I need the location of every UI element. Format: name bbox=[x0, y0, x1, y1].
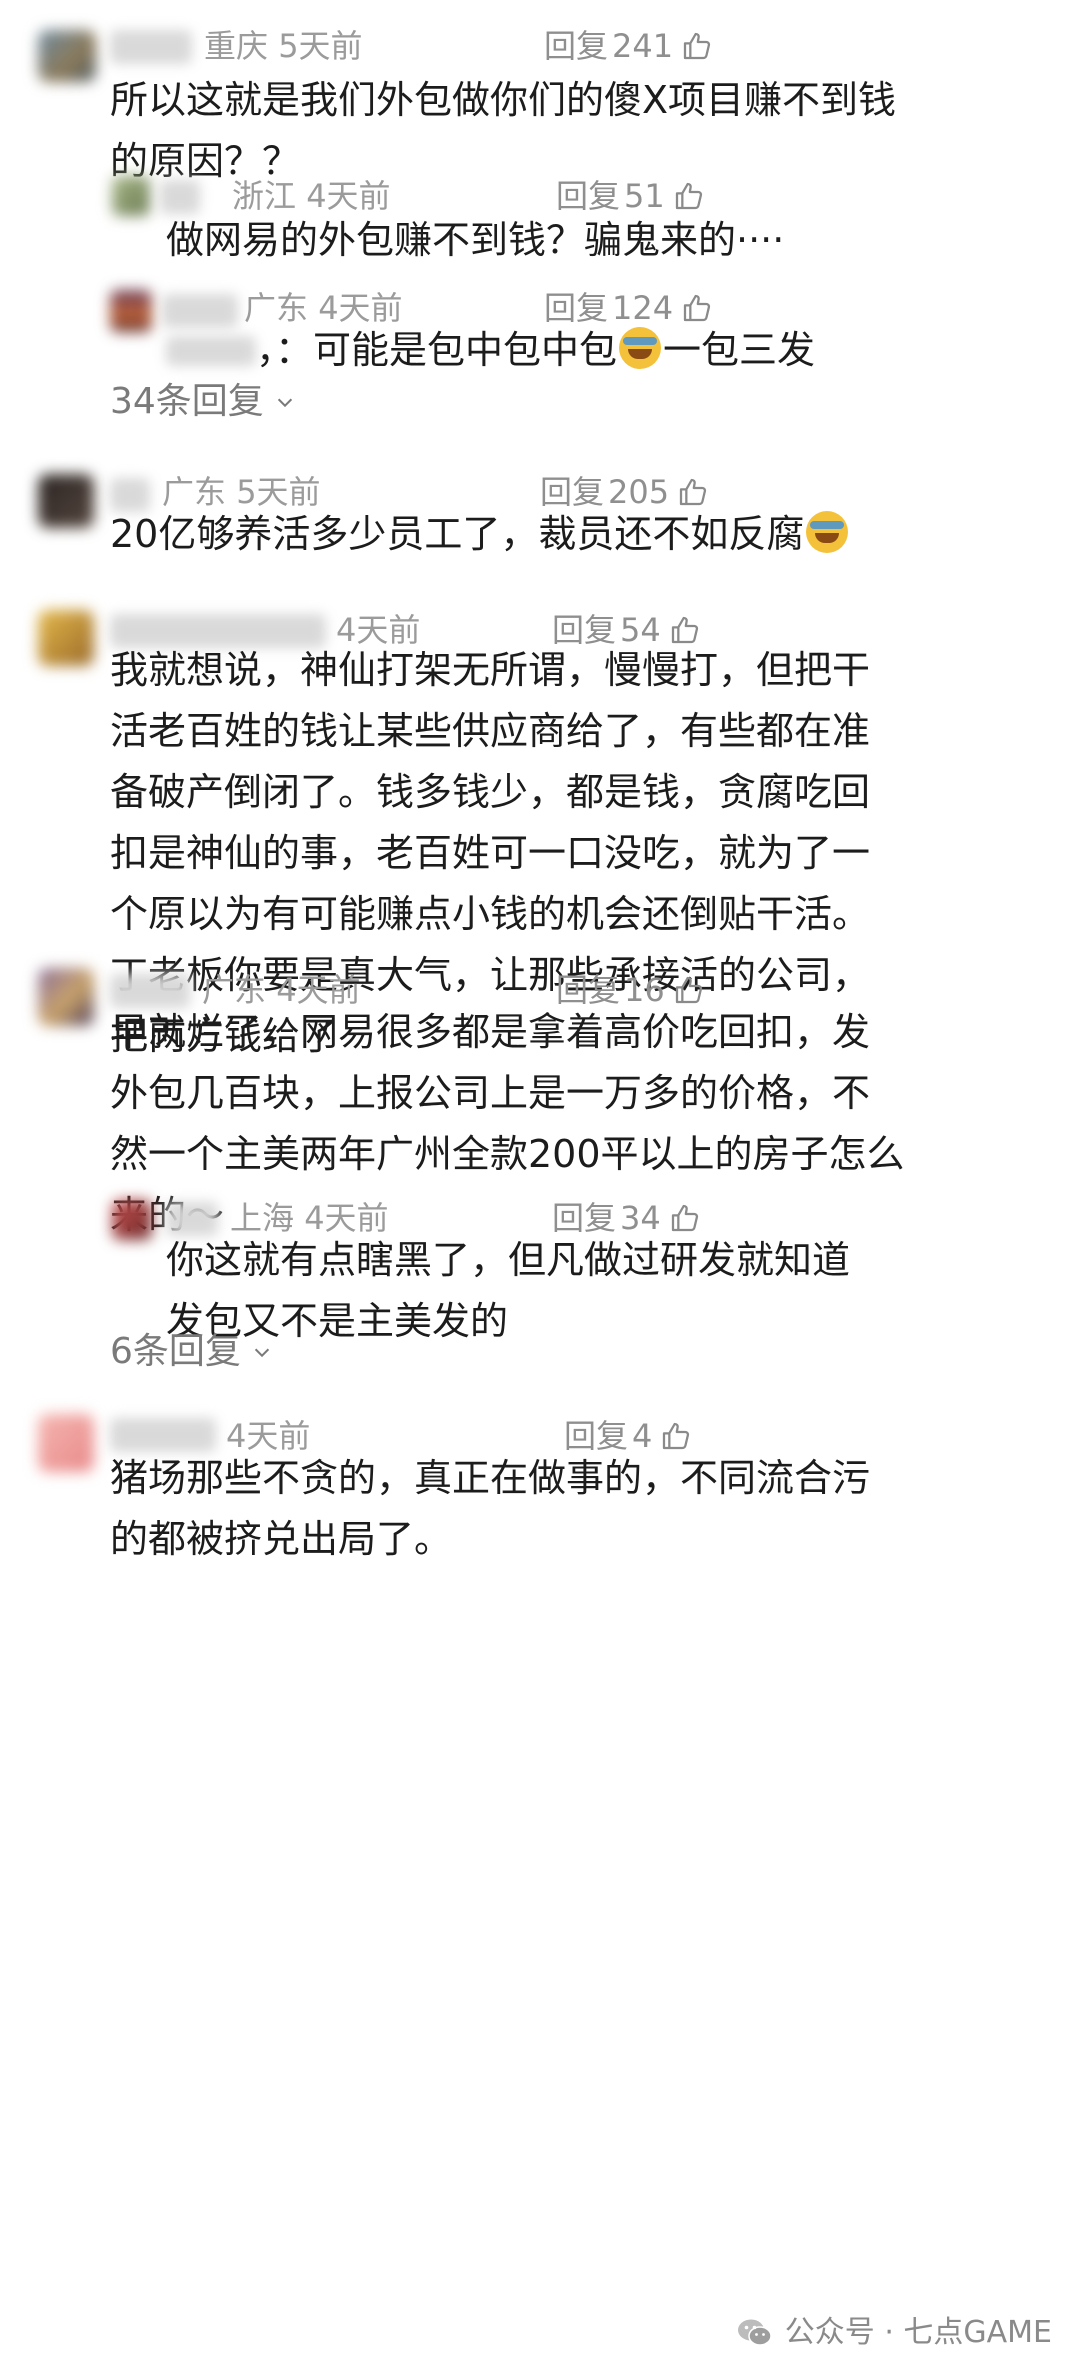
more-replies-label: 6条回复 bbox=[110, 1331, 241, 1372]
thumbs-up-icon bbox=[681, 30, 713, 62]
timestamp: 5天前 bbox=[278, 27, 363, 65]
username-redacted[interactable] bbox=[160, 180, 200, 214]
avatar[interactable] bbox=[38, 968, 94, 1026]
like-count: 241 bbox=[612, 27, 674, 65]
crying-laughing-emoji-icon bbox=[619, 327, 662, 369]
comment-body: 猪场那些不贪的，真正在做事的，不同流合污 的都被挤兑出局了。 bbox=[110, 1456, 871, 1561]
chevron-down-icon bbox=[274, 380, 296, 424]
avatar[interactable] bbox=[112, 1200, 152, 1240]
mention-redacted[interactable] bbox=[166, 336, 256, 366]
avatar[interactable] bbox=[38, 474, 94, 528]
comment-body: 所以这就是我们外包做你们的傻X项目赚不到钱 的原因？？ bbox=[110, 78, 897, 183]
reply-button[interactable]: 回复 bbox=[544, 26, 608, 66]
avatar[interactable] bbox=[38, 30, 96, 82]
expand-replies-button[interactable]: 34条回复 bbox=[110, 380, 296, 424]
reply-body-text: 一包三发 bbox=[663, 328, 816, 372]
expand-replies-button[interactable]: 6条回复 bbox=[110, 1330, 273, 1374]
reply-body-text: ，：可能是包中包中包 bbox=[256, 328, 618, 372]
location: 重庆 bbox=[204, 27, 269, 65]
comment-body-text: 20亿够养活多少员工了，裁员还不如反腐 bbox=[110, 512, 805, 556]
watermark: 公众号 · 七点GAME bbox=[735, 2313, 1052, 2353]
chevron-down-icon bbox=[251, 1330, 273, 1374]
like-button[interactable]: 241 bbox=[612, 26, 713, 66]
crying-laughing-emoji-icon bbox=[806, 511, 849, 553]
avatar[interactable] bbox=[112, 176, 150, 216]
avatar[interactable] bbox=[38, 610, 94, 666]
comment-body: 20亿够养活多少员工了，裁员还不如反腐 bbox=[110, 504, 850, 565]
thumbs-up-icon bbox=[673, 180, 705, 212]
wechat-icon bbox=[735, 2313, 775, 2353]
more-replies-label: 34条回复 bbox=[110, 381, 264, 422]
comment-meta: 重庆 5天前 bbox=[204, 26, 363, 66]
watermark-text: 公众号 · 七点GAME bbox=[784, 2315, 1052, 2350]
reply-body: 做网易的外包赚不到钱？骗鬼来的···· bbox=[166, 218, 785, 262]
avatar[interactable] bbox=[110, 290, 152, 332]
reply-body: ，：可能是包中包中包 一包三发 bbox=[256, 320, 815, 381]
username-redacted[interactable] bbox=[162, 294, 238, 328]
username-redacted[interactable] bbox=[110, 1418, 216, 1452]
username-redacted[interactable] bbox=[110, 30, 192, 64]
avatar[interactable] bbox=[38, 1414, 94, 1472]
